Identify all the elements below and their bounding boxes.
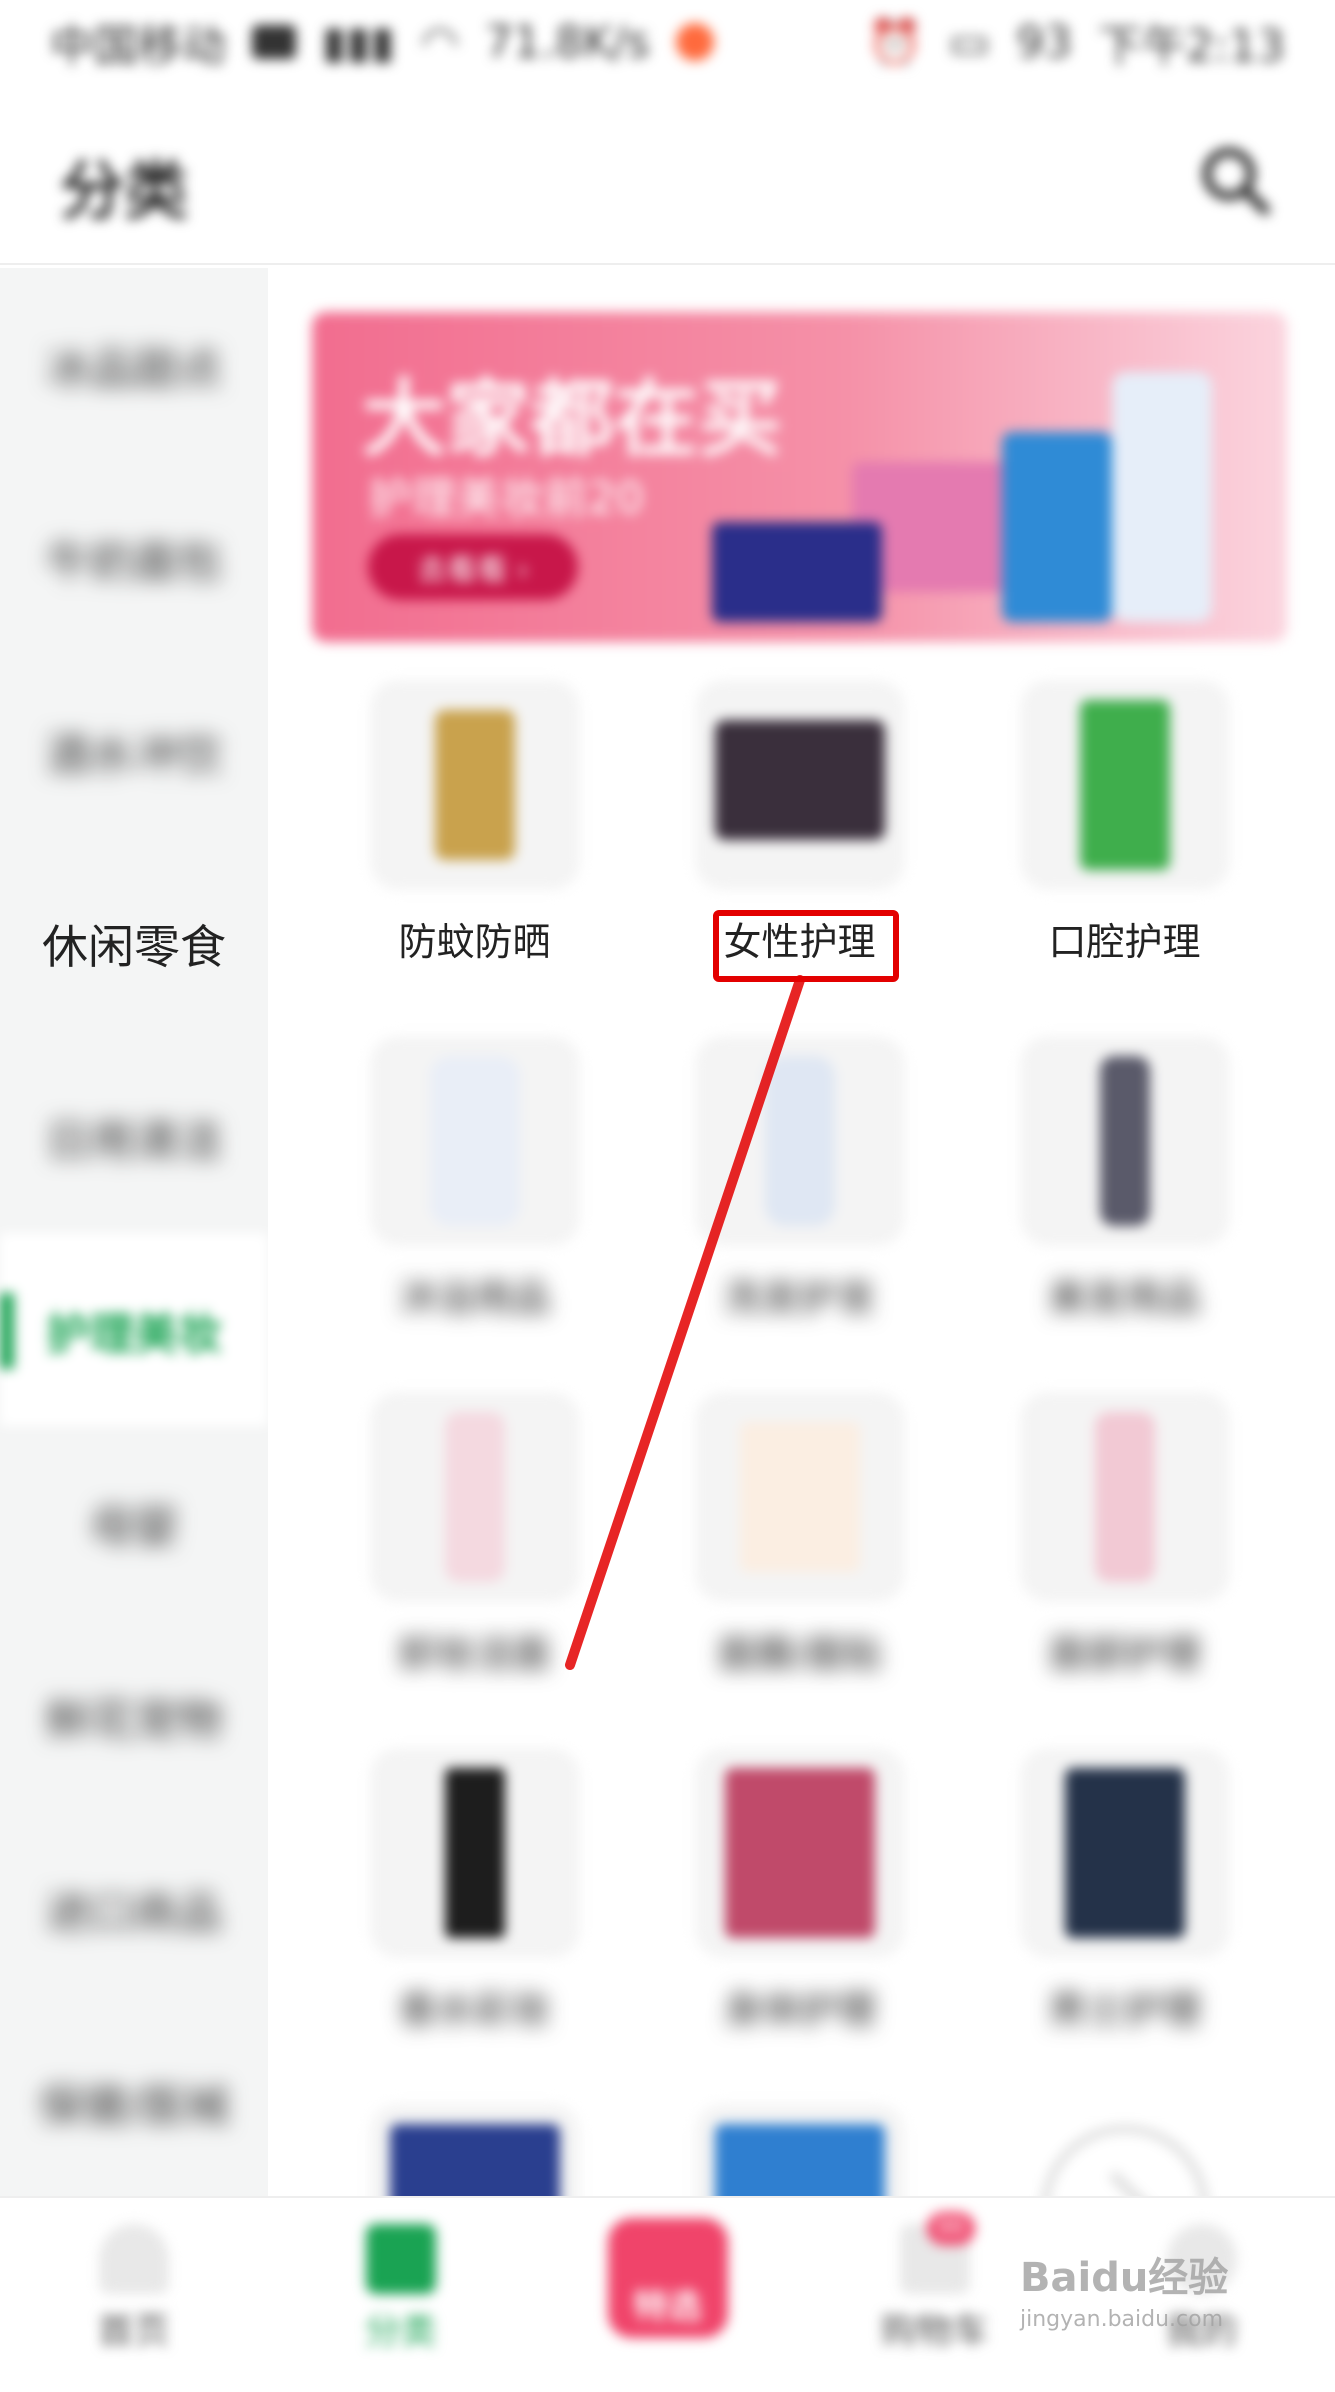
subcategory-body-care[interactable]: 身体护理	[637, 1748, 962, 2036]
subcategory-image	[694, 680, 905, 890]
subcategory-hair-styling[interactable]: 美发用品	[962, 1036, 1287, 1324]
subcategory-label: 沐浴用品	[398, 1276, 551, 1320]
subcategory-masks[interactable]: 面膜/面贴	[637, 1392, 962, 1680]
subcategory-image	[1019, 1392, 1230, 1602]
sidebar-item-snacks[interactable]: 休闲零食	[0, 847, 268, 1040]
subcategory-image	[1019, 1036, 1230, 1246]
watermark-main: Baidu经验	[1020, 2255, 1229, 2301]
subcategory-image	[369, 1036, 580, 1246]
page-title: 分类	[60, 155, 188, 229]
network-speed: 71.8K/s	[485, 16, 650, 68]
status-bar: 中国移动 ▮▮▮ ◠ 71.8K/s ⏰ ▭ 93 下午2:13	[0, 0, 1335, 84]
grid-icon	[365, 2224, 436, 2294]
wifi-icon: ◠	[420, 16, 460, 68]
subcategory-image	[1019, 680, 1230, 890]
home-icon	[98, 2224, 169, 2294]
signal-icon: ▮▮▮	[322, 16, 395, 68]
subcategory-image	[1019, 1748, 1230, 1958]
subcategory-image	[369, 1392, 580, 1602]
highlight-box	[713, 910, 899, 982]
promo-banner[interactable]: 大家都在买 护理美妆前20 去看看 ›	[312, 312, 1287, 642]
nav-label: 首页	[97, 2311, 170, 2352]
subcategory-label: 洗发护发	[723, 1276, 876, 1320]
sidebar-item-label: 保健/医械	[38, 2080, 230, 2132]
hd-icon	[252, 25, 296, 59]
nav-label: 购物车	[880, 2311, 989, 2352]
sidebar-item-label: 休闲零食	[42, 919, 226, 974]
subcategory-bath[interactable]: 沐浴用品	[312, 1036, 637, 1324]
carrier-label: 中国移动	[50, 21, 226, 72]
search-icon	[1202, 147, 1270, 215]
subcategory-makeup[interactable]: 香水彩妆	[312, 1748, 637, 2036]
nav-label: 分类	[364, 2311, 437, 2352]
subcategory-mens-care[interactable]: 男士护理	[962, 1748, 1287, 2036]
subcategory-label: 面膜/面贴	[717, 1632, 882, 1676]
watermark: Baidu经验 jingyan.baidu.com	[1020, 2245, 1228, 2332]
subcategory-image	[694, 1392, 905, 1602]
header: 分类	[0, 100, 1335, 265]
sidebar-item-drinks[interactable]: 酒水冲饮	[0, 654, 268, 847]
sidebar-item-daily-cleaning[interactable]: 日用清洁	[0, 1040, 268, 1233]
subcategory-label: 美发用品	[1048, 1276, 1201, 1320]
sidebar-item-label: 护理美妆	[46, 1308, 222, 1360]
battery-level: 93	[1016, 16, 1073, 68]
banner-product-image	[712, 522, 882, 622]
sidebar-item-baby[interactable]: 母婴	[0, 1426, 268, 1619]
sidebar-item-label: 酒水冲饮	[46, 729, 222, 781]
sidebar-item-flowers-pets[interactable]: 鲜花宠物	[0, 1619, 268, 1812]
nav-home[interactable]: 首页	[24, 2202, 244, 2372]
subcategory-label: 男士护理	[1048, 1988, 1201, 2032]
subcategory-cleansing[interactable]: 卸妆洁面	[312, 1392, 637, 1680]
nav-label: 特选	[633, 2287, 702, 2327]
subcategory-image	[694, 1036, 905, 1246]
nav-cart[interactable]: 99 购物车	[825, 2202, 1045, 2372]
banner-title: 大家都在买	[362, 370, 783, 468]
sidebar-item-imported[interactable]: 进口商品	[0, 1812, 268, 2005]
subcategory-face-care[interactable]: 面部护理	[962, 1392, 1287, 1680]
subcategory-image	[369, 1748, 580, 1958]
nav-category[interactable]: 分类	[291, 2202, 511, 2372]
alarm-icon: ⏰	[867, 17, 923, 68]
nav-special[interactable]: 特选	[558, 2202, 778, 2372]
sidebar-item-label: 冰品甜点	[46, 343, 222, 395]
subcategory-image	[694, 1748, 905, 1958]
subcategory-label: 卸妆洁面	[398, 1632, 551, 1676]
subcategory-hair-care[interactable]: 洗发护发	[637, 1036, 962, 1324]
search-button[interactable]	[1195, 140, 1275, 220]
sidebar-item-label: 日用清洁	[46, 1115, 222, 1167]
category-sidebar: 冰品甜点 牛奶面包 酒水冲饮 休闲零食 日用清洁 护理美妆 母婴 鲜花宠物 进口…	[0, 268, 268, 2200]
banner-button[interactable]: 去看看 ›	[368, 534, 578, 600]
sidebar-item-label: 母婴	[90, 1501, 178, 1553]
notification-icon	[675, 23, 714, 61]
subcategory-label: 面部护理	[1048, 1632, 1201, 1676]
time-label: 下午2:13	[1098, 21, 1285, 72]
watermark-sub: jingyan.baidu.com	[1020, 2307, 1224, 2332]
subcategory-label: 香水彩妆	[398, 1988, 551, 2032]
battery-icon: ▭	[948, 16, 991, 68]
banner-product-image	[1002, 432, 1112, 622]
subcategory-oral-care[interactable]: 口腔护理	[962, 680, 1287, 968]
sidebar-item-label: 鲜花宠物	[46, 1694, 222, 1746]
basket-icon: 特选	[607, 2218, 728, 2338]
banner-product-image	[1112, 372, 1212, 622]
banner-subtitle: 护理美妆前20	[368, 473, 644, 524]
subcategory-label: 防蚊防晒	[398, 920, 551, 964]
subcategory-label: 身体护理	[723, 1988, 876, 2032]
sidebar-item-label: 牛奶面包	[46, 536, 222, 588]
sidebar-item-milk-bread[interactable]: 牛奶面包	[0, 461, 268, 654]
sidebar-item-ice-desserts[interactable]: 冰品甜点	[0, 268, 268, 461]
cart-badge: 99	[926, 2212, 975, 2245]
sidebar-item-care-beauty[interactable]: 护理美妆	[0, 1233, 268, 1426]
subcategory-sun-mosquito[interactable]: 防蚊防晒	[312, 680, 637, 968]
sidebar-item-health[interactable]: 保健/医械	[0, 2005, 268, 2198]
subcategory-label: 口腔护理	[1048, 920, 1201, 964]
sidebar-item-label: 进口商品	[46, 1887, 222, 1939]
subcategory-image	[369, 680, 580, 890]
